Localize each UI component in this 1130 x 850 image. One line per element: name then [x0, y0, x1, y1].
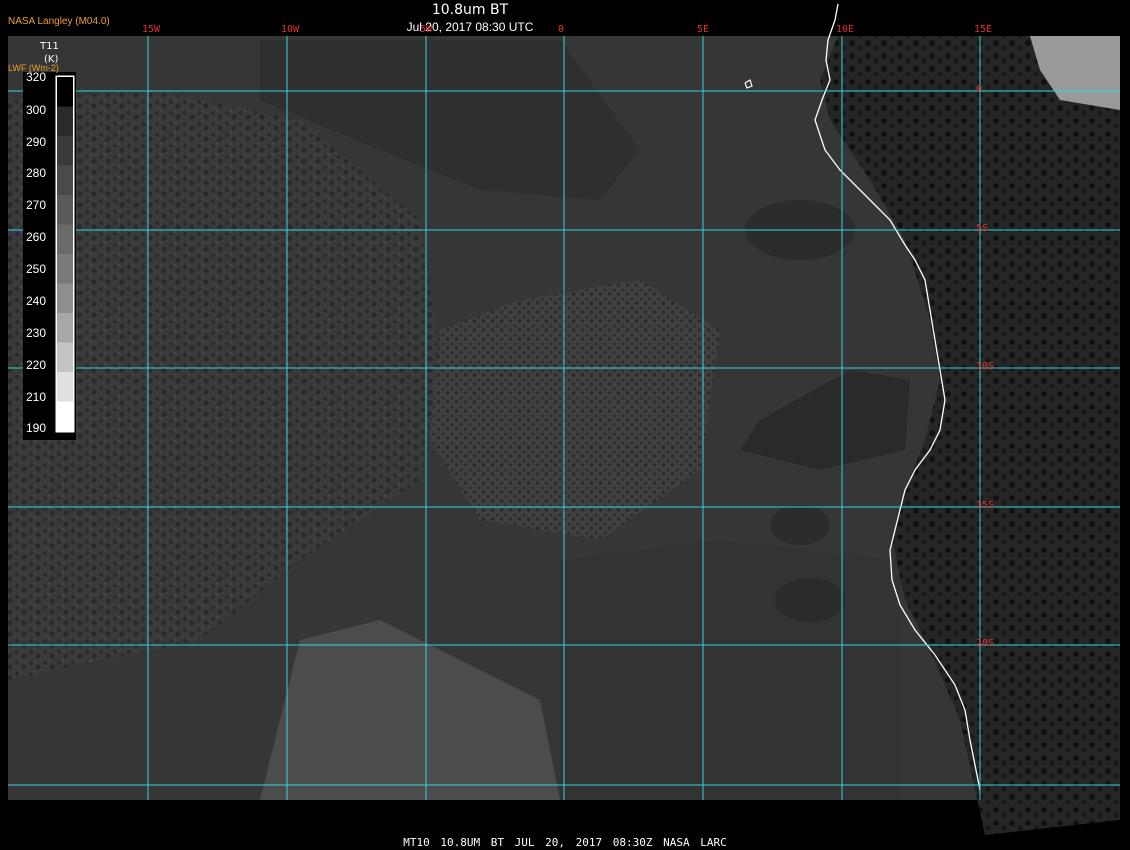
- legend-tick-label: 300: [26, 103, 47, 117]
- longitude-label: 15W: [142, 24, 161, 35]
- legend-tick-label: 220: [26, 358, 47, 372]
- image-timestamp: Jul 20, 2017 08:30 UTC: [406, 20, 534, 34]
- legend-swatch: [57, 77, 73, 107]
- longitude-label: 15E: [974, 24, 993, 35]
- legend-tick-label: 210: [26, 390, 47, 404]
- latitude-label: 20S: [976, 638, 995, 649]
- satellite-map: [8, 3, 1120, 835]
- longitude-label: 0: [558, 24, 565, 35]
- longitude-label: 5W: [420, 24, 433, 35]
- legend-tick-label: 250: [26, 262, 47, 276]
- legend-swatch: [57, 195, 73, 225]
- footer-caption: MT10 10.8UM BT JUL 20, 2017 08:30Z NASA …: [403, 836, 727, 849]
- legend-panel: [23, 72, 76, 440]
- legend-swatch: [57, 401, 73, 432]
- legend-tick-label: 260: [26, 230, 47, 244]
- legend-tick-label: 240: [26, 294, 47, 308]
- legend-swatch: [57, 342, 73, 373]
- longitude-label: 10E: [836, 24, 855, 35]
- legend-title: T11: [40, 41, 59, 52]
- legend-swatch: [57, 106, 73, 137]
- latitude-label: 0: [976, 84, 983, 95]
- legend-tick-label: 320: [26, 70, 47, 84]
- image-title: 10.8um BT: [431, 2, 509, 18]
- latitude-label: 15S: [976, 500, 995, 511]
- legend-tick-label: 270: [26, 198, 47, 212]
- legend-swatch: [57, 283, 73, 314]
- legend-tick-label: 280: [26, 166, 47, 180]
- latitude-label: 5S: [976, 223, 989, 234]
- legend-swatch: [57, 313, 73, 343]
- dark-cloud-blob-2: [775, 578, 845, 622]
- legend-tick-label: 290: [26, 135, 47, 149]
- legend-tick-label: 190: [26, 421, 47, 435]
- legend-swatch: [57, 224, 73, 255]
- legend-swatch: [57, 372, 73, 402]
- longitude-label: 10W: [281, 24, 300, 35]
- latitude-label: 10S: [976, 361, 995, 372]
- longitude-label: 5E: [697, 24, 710, 35]
- legend-swatch: [57, 254, 73, 284]
- dark-cloud-blob-3: [770, 505, 830, 545]
- legend-swatch: [57, 136, 73, 166]
- legend-swatch: [57, 165, 73, 196]
- legend-tick-label: 230: [26, 326, 47, 340]
